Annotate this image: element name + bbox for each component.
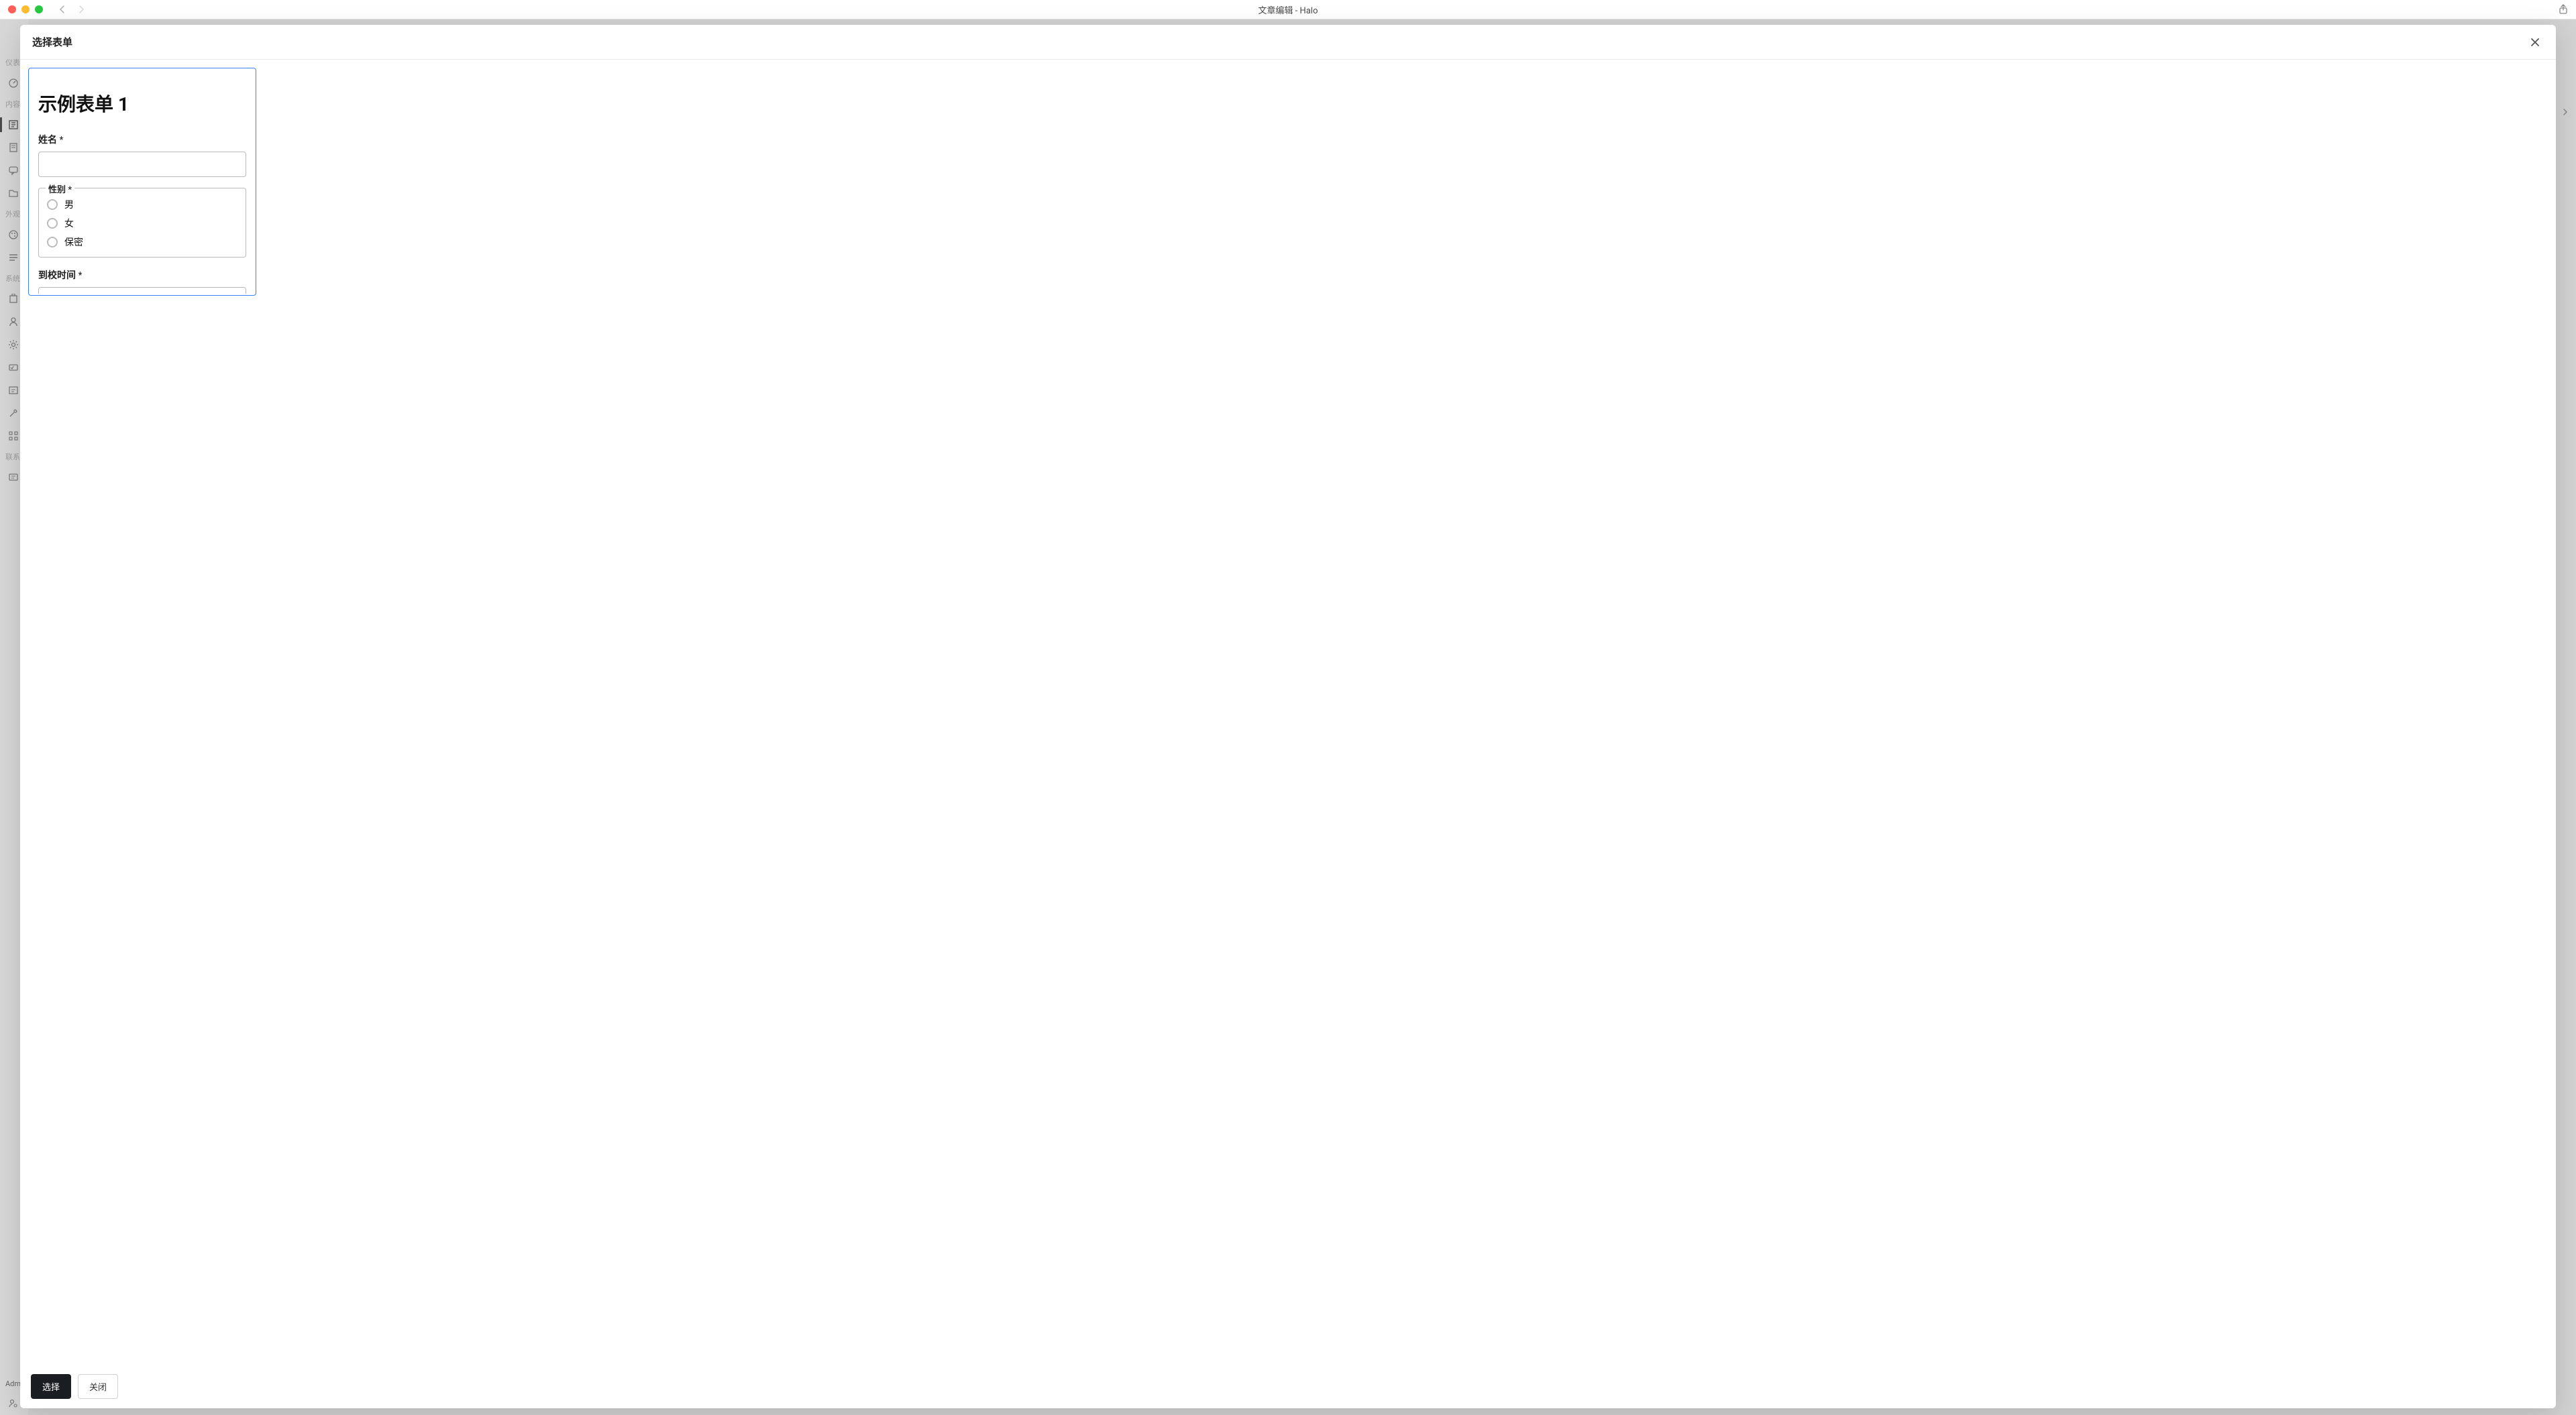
modal-title: 选择表单	[32, 35, 72, 49]
gender-radio-female[interactable]: 女	[47, 214, 237, 233]
modal-footer: 选择 关闭	[20, 1366, 2556, 1408]
nav-arrows	[59, 5, 85, 14]
form-card-example-1[interactable]: 示例表单 1 姓名 * 性别 * 男	[28, 68, 256, 296]
gender-fieldset: 性别 * 男 女 保密	[38, 188, 246, 258]
select-button[interactable]: 选择	[31, 1374, 71, 1399]
arrival-input-partial[interactable]	[38, 287, 246, 294]
select-form-modal: 选择表单 示例表单 1 姓名 * 性别 *	[20, 25, 2556, 1408]
form-label-arrival: 到校时间 *	[38, 268, 246, 282]
modal-overlay: 选择表单 示例表单 1 姓名 * 性别 *	[0, 19, 2576, 1415]
gender-radio-secret[interactable]: 保密	[47, 233, 237, 251]
nav-back-icon[interactable]	[59, 5, 66, 14]
nav-forward-icon[interactable]	[78, 5, 85, 14]
form-card-title: 示例表单 1	[38, 90, 246, 117]
gender-legend: 性别 *	[46, 182, 74, 195]
close-window-button[interactable]	[8, 5, 16, 13]
modal-body: 示例表单 1 姓名 * 性别 * 男	[20, 60, 2556, 1366]
form-label-name: 姓名 *	[38, 133, 246, 146]
maximize-window-button[interactable]	[35, 5, 43, 13]
window-title-bar: 文章编辑 - Halo	[0, 0, 2576, 19]
modal-header: 选择表单	[20, 25, 2556, 60]
radio-icon	[47, 218, 58, 229]
close-button[interactable]: 关闭	[78, 1374, 118, 1399]
name-input[interactable]	[38, 152, 246, 177]
share-icon[interactable]	[2559, 4, 2568, 15]
radio-icon	[47, 237, 58, 247]
radio-icon	[47, 199, 58, 210]
window-controls	[8, 5, 43, 13]
close-icon[interactable]	[2526, 36, 2544, 48]
minimize-window-button[interactable]	[21, 5, 30, 13]
window-title: 文章编辑 - Halo	[1258, 3, 1318, 16]
gender-radio-male[interactable]: 男	[47, 195, 237, 214]
